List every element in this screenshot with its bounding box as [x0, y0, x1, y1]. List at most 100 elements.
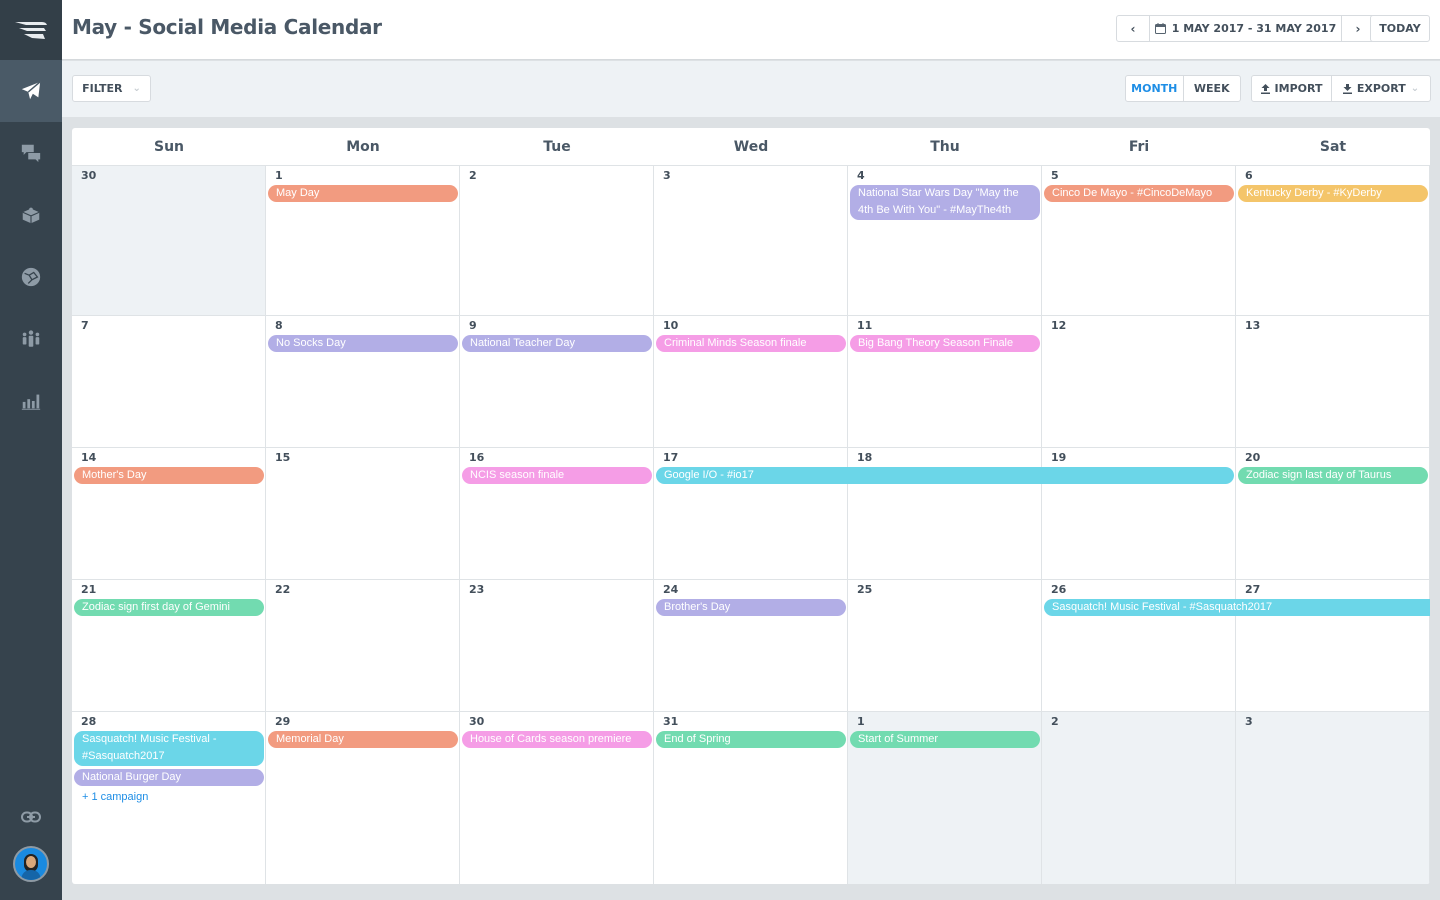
day-number: 16	[469, 451, 485, 464]
avatar[interactable]	[13, 846, 49, 882]
day-cell[interactable]: 23	[460, 580, 654, 711]
weekday-label: Thu	[930, 138, 960, 155]
date-range-navigator: ‹ 1 MAY 2017 - 31 MAY 2017 ›	[1116, 15, 1375, 42]
day-cell[interactable]: 13	[1236, 316, 1430, 447]
today-button[interactable]: TODAY	[1370, 15, 1430, 42]
month-calendar: Sun Mon Tue Wed Thu Fri Sat 30 1 2 3 4 5 6 May …	[72, 128, 1430, 884]
day-number: 27	[1245, 583, 1261, 596]
day-number: 17	[663, 451, 679, 464]
day-cell[interactable]: 30	[72, 166, 266, 315]
event-pill[interactable]: House of Cards season premiere	[462, 731, 652, 748]
globe-icon	[21, 267, 41, 287]
day-cell[interactable]: 7	[72, 316, 266, 447]
day-cell[interactable]: 3	[1236, 712, 1430, 884]
event-pill[interactable]: Sasquatch! Music Festival - #Sasquatch20…	[1044, 599, 1430, 616]
sidebar	[0, 0, 62, 900]
event-pill[interactable]: Zodiac sign first day of Gemini	[74, 599, 264, 616]
event-pill[interactable]: Mother's Day	[74, 467, 264, 484]
sidebar-item-publish[interactable]	[0, 60, 62, 122]
box-icon	[22, 207, 40, 224]
day-number: 30	[81, 169, 97, 182]
event-pill[interactable]: NCIS season finale	[462, 467, 652, 484]
view-toggle: MONTH WEEK	[1125, 75, 1241, 102]
day-cell[interactable]: 22	[266, 580, 460, 711]
day-number: 6	[1245, 169, 1253, 182]
filter-button[interactable]: FILTER ⌄	[72, 75, 151, 102]
day-cell[interactable]: 12	[1042, 316, 1236, 447]
bar-chart-icon	[21, 394, 41, 410]
toolbar: FILTER ⌄ MONTH WEEK IMPORT EXPORT ⌄	[62, 61, 1440, 117]
event-pill[interactable]: Cinco De Mayo - #CincoDeMayo	[1044, 185, 1234, 202]
event-pill[interactable]: National Teacher Day	[462, 335, 652, 352]
date-range-picker[interactable]: 1 MAY 2017 - 31 MAY 2017	[1149, 16, 1342, 41]
event-pill[interactable]: National Burger Day	[74, 769, 264, 786]
day-number: 2	[469, 169, 477, 182]
tab-week[interactable]: WEEK	[1184, 76, 1241, 101]
event-pill[interactable]: Start of Summer	[850, 731, 1040, 748]
day-number: 29	[275, 715, 291, 728]
day-number: 26	[1051, 583, 1067, 596]
sidebar-item-network[interactable]	[0, 246, 62, 308]
day-number: 10	[663, 319, 679, 332]
day-number: 25	[857, 583, 873, 596]
event-pill[interactable]: End of Spring	[656, 731, 846, 748]
event-pill[interactable]: Memorial Day	[268, 731, 458, 748]
event-pill[interactable]: Zodiac sign last day of Taurus	[1238, 467, 1428, 484]
sidebar-item-team[interactable]	[0, 308, 62, 370]
day-number: 21	[81, 583, 97, 596]
wing-logo-icon[interactable]	[0, 0, 62, 60]
sidebar-item-conversations[interactable]	[0, 122, 62, 184]
tab-month[interactable]: MONTH	[1126, 76, 1184, 101]
more-campaigns-link[interactable]: + 1 campaign	[82, 791, 148, 803]
header: May - Social Media Calendar ‹ 1 MAY 2017…	[62, 0, 1440, 60]
event-pill[interactable]: May Day	[268, 185, 458, 202]
day-number: 31	[663, 715, 679, 728]
calendar-week: 28 29 30 31 1 2 3 Sasquatch! Music Festival - #…	[72, 712, 1430, 884]
filter-label: FILTER	[82, 82, 123, 95]
day-number: 28	[81, 715, 97, 728]
calendar-week: 14 15 16 17 18 19 20 Mother's Day NCIS season fi…	[72, 448, 1430, 580]
day-number: 24	[663, 583, 679, 596]
sidebar-item-library[interactable]	[0, 184, 62, 246]
day-cell[interactable]: 25	[848, 580, 1042, 711]
day-cell[interactable]: 15	[266, 448, 460, 579]
event-pill[interactable]: Google I/O - #io17	[656, 467, 1234, 484]
day-number: 23	[469, 583, 485, 596]
import-export-group: IMPORT EXPORT ⌄	[1251, 75, 1431, 102]
day-cell[interactable]: 3	[654, 166, 848, 315]
day-number: 8	[275, 319, 283, 332]
weekday-label: Tue	[543, 138, 571, 155]
day-number: 14	[81, 451, 97, 464]
chevron-down-icon[interactable]: ⌄	[1411, 83, 1419, 94]
event-pill[interactable]: Big Bang Theory Season Finale	[850, 335, 1040, 352]
event-pill[interactable]: Criminal Minds Season finale	[656, 335, 846, 352]
event-pill[interactable]: Brother's Day	[656, 599, 846, 616]
weekday-label: Wed	[733, 138, 769, 155]
import-button[interactable]: IMPORT	[1252, 76, 1332, 101]
paper-plane-icon	[21, 81, 41, 100]
weekday-header: Sun Mon Tue Wed Thu Fri Sat	[72, 128, 1430, 166]
export-button[interactable]: EXPORT ⌄	[1332, 76, 1430, 101]
day-number: 20	[1245, 451, 1261, 464]
day-number: 4	[857, 169, 865, 182]
day-cell[interactable]: 2	[1042, 712, 1236, 884]
day-number: 30	[469, 715, 485, 728]
day-number: 13	[1245, 319, 1261, 332]
page-title: May - Social Media Calendar	[72, 15, 382, 39]
event-pill[interactable]: Sasquatch! Music Festival - #Sasquatch20…	[74, 731, 264, 766]
day-number: 9	[469, 319, 477, 332]
day-number: 19	[1051, 451, 1067, 464]
event-pill[interactable]: Kentucky Derby - #KyDerby	[1238, 185, 1428, 202]
weekday-label: Sat	[1319, 138, 1347, 155]
day-number: 5	[1051, 169, 1059, 182]
download-icon	[1342, 83, 1352, 94]
chevron-down-icon: ⌄	[132, 83, 141, 94]
sidebar-item-links[interactable]	[0, 794, 62, 840]
event-pill[interactable]: No Socks Day	[268, 335, 458, 352]
day-cell[interactable]: 2	[460, 166, 654, 315]
calendar-week: 7 8 9 10 11 12 13 No Socks Day National Teacher …	[72, 316, 1430, 448]
sidebar-item-reports[interactable]	[0, 370, 62, 432]
calendar-grid: 30 1 2 3 4 5 6 May Day National Star Wars Day "M…	[72, 166, 1430, 884]
prev-period-button[interactable]: ‹	[1117, 16, 1149, 41]
event-pill[interactable]: National Star Wars Day "May the 4th Be W…	[850, 185, 1040, 220]
